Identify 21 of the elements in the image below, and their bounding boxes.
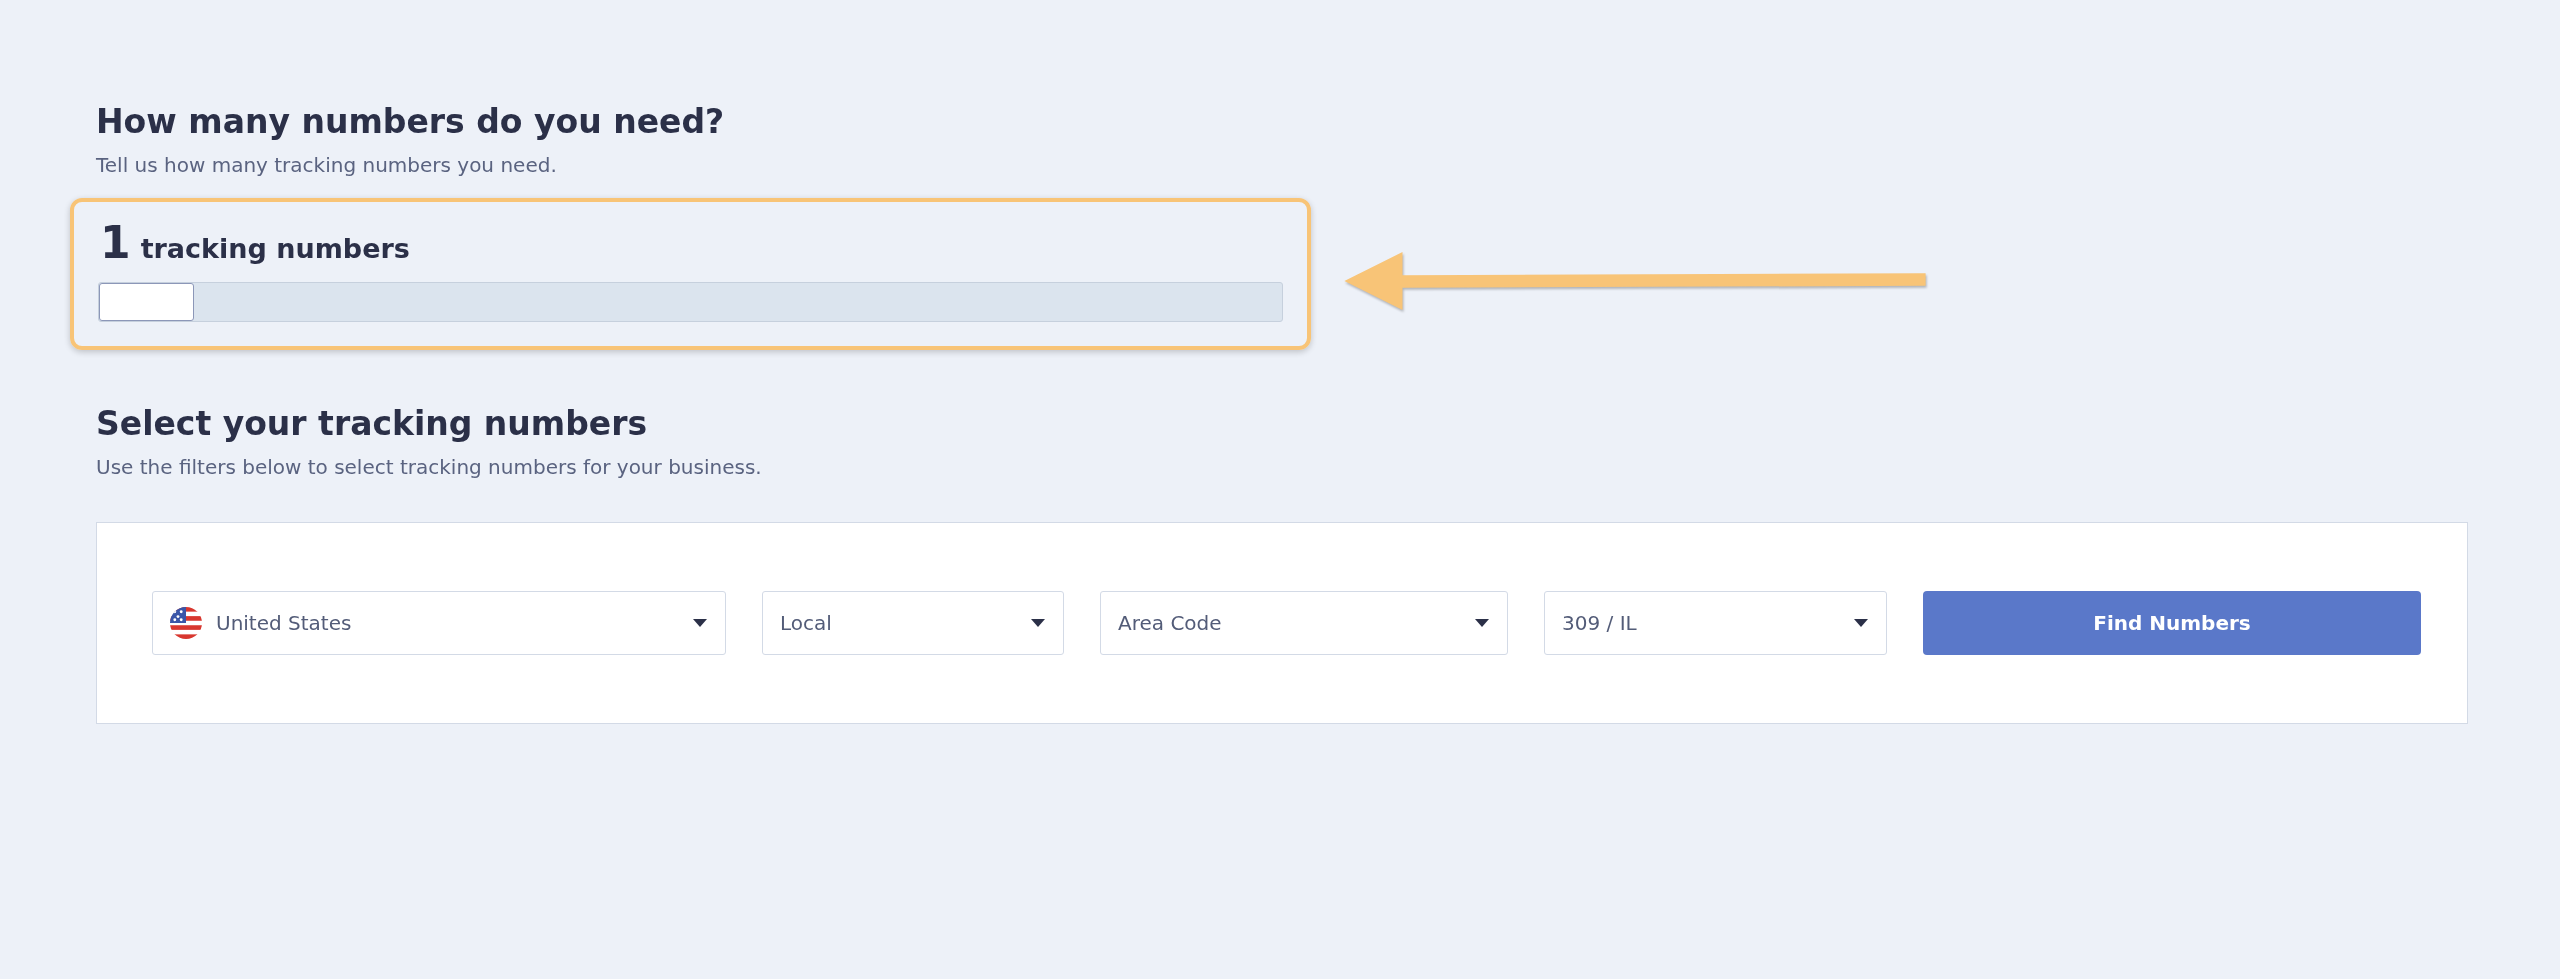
dropdown[interactable]: 309 / IL (1544, 591, 1887, 655)
find-numbers-button[interactable]: Find Numbers (1923, 591, 2421, 655)
count-label: tracking numbers (140, 233, 410, 264)
section-subtitle: Use the filters below to select tracking numbers for your business. (96, 454, 763, 480)
number-count: 1 (100, 216, 131, 270)
caret-icon (1031, 619, 1045, 627)
section-heading: Select your tracking numbers (96, 403, 649, 445)
dropdown-value: Area Code (1118, 611, 1223, 635)
slider-thumb[interactable] (99, 283, 194, 321)
dropdown[interactable]: Local (762, 591, 1064, 655)
flag-icon (170, 607, 202, 639)
caret-icon (693, 619, 707, 627)
dropdown-value: Local (780, 611, 833, 635)
dropdown-value: United States (216, 611, 353, 635)
country-dropdown[interactable]: United States (152, 591, 726, 655)
section-subtitle: Tell us how many tracking numbers you need. (96, 152, 558, 178)
section-heading: How many numbers do you need? (96, 101, 726, 143)
caret-icon (1854, 619, 1868, 627)
caret-icon (1475, 619, 1489, 627)
dropdown-value: 309 / IL (1562, 611, 1638, 635)
dropdown[interactable]: Area Code (1100, 591, 1508, 655)
